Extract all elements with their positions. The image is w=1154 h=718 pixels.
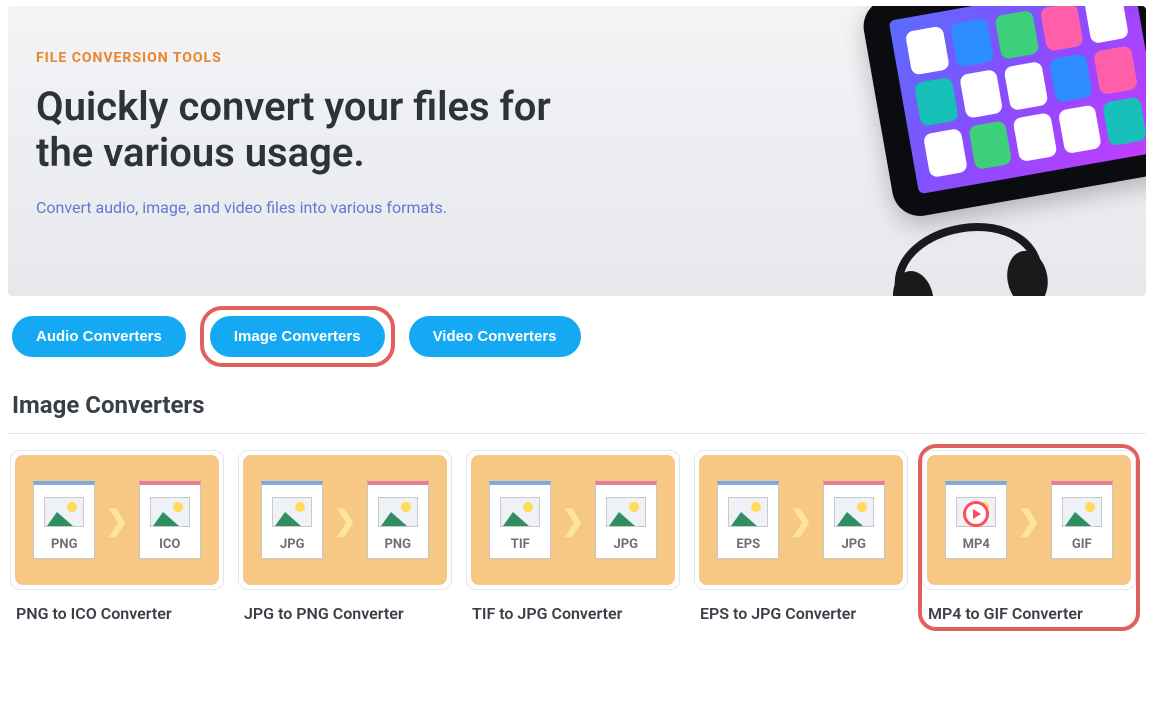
file-ext-to: JPG <box>841 537 866 552</box>
tab-audio-converters[interactable]: Audio Converters <box>12 316 186 357</box>
file-icon-from: PNG <box>33 481 95 559</box>
file-ext-to: GIF <box>1072 537 1092 552</box>
tab-wrap-audio: Audio Converters <box>12 316 186 357</box>
file-icon-from: TIF <box>489 481 551 559</box>
file-icon-to: JPG <box>823 481 885 559</box>
tab-video-converters[interactable]: Video Converters <box>409 316 581 357</box>
hero-subhead: Convert audio, image, and video files in… <box>36 198 560 217</box>
play-icon <box>963 501 989 527</box>
arrow-icon: ❯ <box>105 504 128 537</box>
card-label: MP4 to GIF Converter <box>928 604 1136 623</box>
file-icon-to: GIF <box>1051 481 1113 559</box>
card-wrap-mp4-gif: MP4 ❯ GIF MP4 to GIF Converter <box>918 444 1140 631</box>
file-ext-to: PNG <box>385 537 411 552</box>
card-jpg-to-png[interactable]: JPG ❯ PNG <box>238 450 452 590</box>
card-eps-to-jpg[interactable]: EPS ❯ JPG <box>694 450 908 590</box>
section-title: Image Converters <box>12 391 1146 419</box>
card-wrap-jpg-png: JPG ❯ PNG JPG to PNG Converter <box>238 450 452 625</box>
file-icon-from: EPS <box>717 481 779 559</box>
arrow-icon: ❯ <box>1017 504 1040 537</box>
converter-cards: PNG ❯ ICO PNG to ICO Converter JPG ❯ <box>8 450 1146 625</box>
arrow-icon: ❯ <box>561 504 584 537</box>
tab-image-converters[interactable]: Image Converters <box>210 316 385 357</box>
file-ext-from: JPG <box>280 537 305 552</box>
hero-headline: Quickly convert your files for the vario… <box>36 84 560 176</box>
file-ext-from: EPS <box>736 537 760 552</box>
converter-tabs: Audio Converters Image Converters Video … <box>12 316 1146 357</box>
card-label: EPS to JPG Converter <box>700 604 908 623</box>
tab-wrap-image: Image Converters <box>200 306 395 367</box>
card-tif-to-jpg[interactable]: TIF ❯ JPG <box>466 450 680 590</box>
hero-photo <box>859 6 1146 220</box>
card-mp4-to-gif[interactable]: MP4 ❯ GIF <box>922 450 1136 590</box>
file-icon-to: ICO <box>139 481 201 559</box>
file-icon-from: JPG <box>261 481 323 559</box>
card-label: JPG to PNG Converter <box>244 604 452 623</box>
section-divider <box>8 433 1146 434</box>
arrow-icon: ❯ <box>333 504 356 537</box>
file-icon-to: PNG <box>367 481 429 559</box>
file-ext-to: JPG <box>613 537 638 552</box>
card-label: PNG to ICO Converter <box>16 604 224 623</box>
tablet-icon <box>859 6 1146 220</box>
file-ext-from: PNG <box>51 537 77 552</box>
card-label: TIF to JPG Converter <box>472 604 680 623</box>
card-wrap-tif-jpg: TIF ❯ JPG TIF to JPG Converter <box>466 450 680 625</box>
tab-wrap-video: Video Converters <box>409 316 581 357</box>
card-png-to-ico[interactable]: PNG ❯ ICO <box>10 450 224 590</box>
file-ext-from: MP4 <box>963 537 990 552</box>
card-wrap-eps-jpg: EPS ❯ JPG EPS to JPG Converter <box>694 450 908 625</box>
arrow-icon: ❯ <box>789 504 812 537</box>
file-icon-from: MP4 <box>945 481 1007 559</box>
file-icon-to: JPG <box>595 481 657 559</box>
hero-eyebrow: FILE CONVERSION TOOLS <box>36 50 560 66</box>
hero-banner: FILE CONVERSION TOOLS Quickly convert yo… <box>8 6 1146 296</box>
card-wrap-png-ico: PNG ❯ ICO PNG to ICO Converter <box>10 450 224 625</box>
file-ext-from: TIF <box>511 537 530 552</box>
file-ext-to: ICO <box>159 537 180 552</box>
